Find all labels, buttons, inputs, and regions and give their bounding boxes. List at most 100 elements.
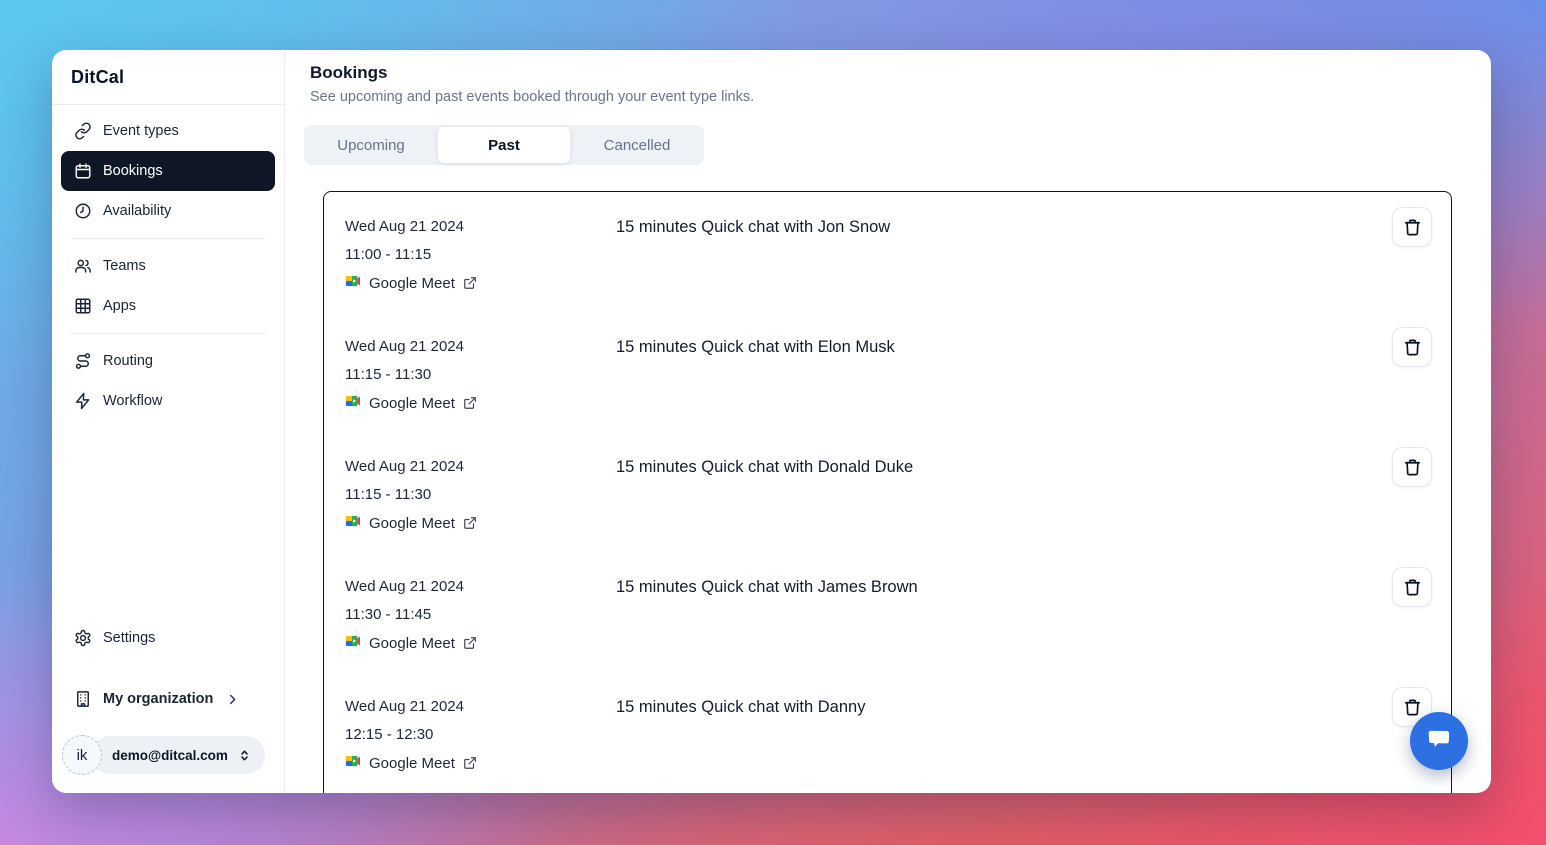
main-content: Bookings See upcoming and past events bo… (285, 50, 1491, 793)
sidebar-bottom: Settings My organization ik demo@ditcal.… (52, 618, 284, 793)
sidebar-item-label: Event types (103, 123, 179, 139)
page-title: Bookings (310, 63, 1491, 83)
booking-location-link[interactable]: Google Meet (345, 389, 616, 417)
google-meet-icon (345, 273, 361, 294)
sidebar-item-availability[interactable]: Availability (61, 191, 275, 231)
sidebar-item-label: Teams (103, 258, 146, 274)
page-subtitle: See upcoming and past events booked thro… (310, 89, 1491, 105)
booking-location-link[interactable]: Google Meet (345, 509, 616, 537)
page-header: Bookings See upcoming and past events bo… (285, 50, 1491, 105)
booking-location-label: Google Meet (369, 635, 455, 652)
sidebar-item-workflow[interactable]: Workflow (61, 381, 275, 421)
building-icon (74, 690, 92, 708)
sidebar-item-label: Bookings (103, 163, 163, 179)
booking-location-label: Google Meet (369, 275, 455, 292)
booking-row[interactable]: Wed Aug 21 2024 11:30 - 11:45 Google Mee… (324, 552, 1451, 672)
gear-icon (74, 629, 92, 647)
sidebar-item-bookings[interactable]: Bookings (61, 151, 275, 191)
booking-date: Wed Aug 21 2024 (345, 333, 616, 361)
sidebar-header: DitCal (52, 50, 284, 105)
booking-title: 15 minutes Quick chat with Danny (616, 693, 865, 721)
booking-title: 15 minutes Quick chat with James Brown (616, 573, 918, 601)
tab-cancelled[interactable]: Cancelled (571, 126, 703, 164)
user-email: demo@ditcal.com (112, 748, 228, 763)
route-icon (74, 352, 92, 370)
google-meet-icon (345, 633, 361, 654)
avatar: ik (62, 735, 102, 775)
booking-meta: Wed Aug 21 2024 11:15 - 11:30 Google Mee… (345, 333, 616, 417)
clock-icon (74, 202, 92, 220)
sidebar-item-label: Workflow (103, 393, 162, 409)
google-meet-icon (345, 513, 361, 534)
sidebar-item-label: Availability (103, 203, 171, 219)
external-link-icon (463, 516, 477, 530)
bookings-list: Wed Aug 21 2024 11:00 - 11:15 Google Mee… (323, 191, 1452, 793)
calendar-icon (74, 162, 92, 180)
sidebar-item-settings[interactable]: Settings (61, 618, 275, 658)
sidebar-item-label: Settings (103, 630, 155, 646)
booking-row[interactable]: Wed Aug 21 2024 11:00 - 11:15 Google Mee… (324, 192, 1451, 312)
chat-widget-button[interactable] (1410, 712, 1468, 770)
sidebar-divider (71, 238, 265, 239)
booking-date: Wed Aug 21 2024 (345, 693, 616, 721)
booking-title: 15 minutes Quick chat with Jon Snow (616, 213, 890, 241)
tab-upcoming[interactable]: Upcoming (305, 126, 437, 164)
tab-past[interactable]: Past (437, 126, 571, 164)
sidebar: DitCal Event types Bookings (52, 50, 285, 793)
booking-title: 15 minutes Quick chat with Donald Duke (616, 453, 913, 481)
google-meet-icon (345, 393, 361, 414)
app-window: DitCal Event types Bookings (52, 50, 1491, 793)
grid-icon (74, 297, 92, 315)
booking-location-link[interactable]: Google Meet (345, 269, 616, 297)
delete-booking-button[interactable] (1392, 207, 1432, 247)
sidebar-divider (71, 333, 265, 334)
booking-date: Wed Aug 21 2024 (345, 573, 616, 601)
sidebar-nav: Event types Bookings Availability (52, 105, 284, 421)
booking-meta: Wed Aug 21 2024 11:30 - 11:45 Google Mee… (345, 573, 616, 657)
link-icon (74, 122, 92, 140)
sidebar-item-label: Apps (103, 298, 136, 314)
sidebar-item-teams[interactable]: Teams (61, 246, 275, 286)
desktop-background: DitCal Event types Bookings (0, 0, 1546, 845)
external-link-icon (463, 396, 477, 410)
booking-title: 15 minutes Quick chat with Elon Musk (616, 333, 895, 361)
sidebar-item-routing[interactable]: Routing (61, 341, 275, 381)
booking-location-link[interactable]: Google Meet (345, 749, 616, 777)
booking-location-label: Google Meet (369, 395, 455, 412)
booking-location-label: Google Meet (369, 755, 455, 772)
sidebar-item-apps[interactable]: Apps (61, 286, 275, 326)
chevrons-up-down-icon (237, 748, 252, 763)
users-icon (74, 257, 92, 275)
delete-booking-button[interactable] (1392, 327, 1432, 367)
sidebar-item-label: My organization (103, 691, 213, 707)
booking-row[interactable]: Wed Aug 21 2024 12:15 - 12:30 Google Mee… (324, 672, 1451, 792)
sidebar-item-label: Routing (103, 353, 153, 369)
chevron-right-icon (225, 692, 240, 707)
booking-meta: Wed Aug 21 2024 12:15 - 12:30 Google Mee… (345, 693, 616, 777)
booking-time: 12:15 - 12:30 (345, 721, 616, 749)
sidebar-item-my-organization[interactable]: My organization (61, 679, 275, 719)
booking-time: 11:30 - 11:45 (345, 601, 616, 629)
google-meet-icon (345, 753, 361, 774)
external-link-icon (463, 276, 477, 290)
booking-location-label: Google Meet (369, 515, 455, 532)
booking-time: 11:00 - 11:15 (345, 241, 616, 269)
booking-time: 11:15 - 11:30 (345, 361, 616, 389)
delete-booking-button[interactable] (1392, 447, 1432, 487)
bookings-filter-tabs: Upcoming Past Cancelled (304, 125, 704, 165)
booking-date: Wed Aug 21 2024 (345, 453, 616, 481)
external-link-icon (463, 756, 477, 770)
user-email-pill: demo@ditcal.com (91, 736, 265, 774)
booking-row[interactable]: Wed Aug 21 2024 11:15 - 11:30 Google Mee… (324, 312, 1451, 432)
external-link-icon (463, 636, 477, 650)
booking-time: 11:15 - 11:30 (345, 481, 616, 509)
user-account-switcher[interactable]: ik demo@ditcal.com (61, 735, 275, 775)
delete-booking-button[interactable] (1392, 567, 1432, 607)
booking-location-link[interactable]: Google Meet (345, 629, 616, 657)
zap-icon (74, 392, 92, 410)
booking-row[interactable]: Wed Aug 21 2024 11:15 - 11:30 Google Mee… (324, 432, 1451, 552)
chat-bubble-icon (1423, 723, 1455, 760)
sidebar-item-event-types[interactable]: Event types (61, 111, 275, 151)
app-logo: DitCal (71, 67, 124, 88)
booking-date: Wed Aug 21 2024 (345, 213, 616, 241)
